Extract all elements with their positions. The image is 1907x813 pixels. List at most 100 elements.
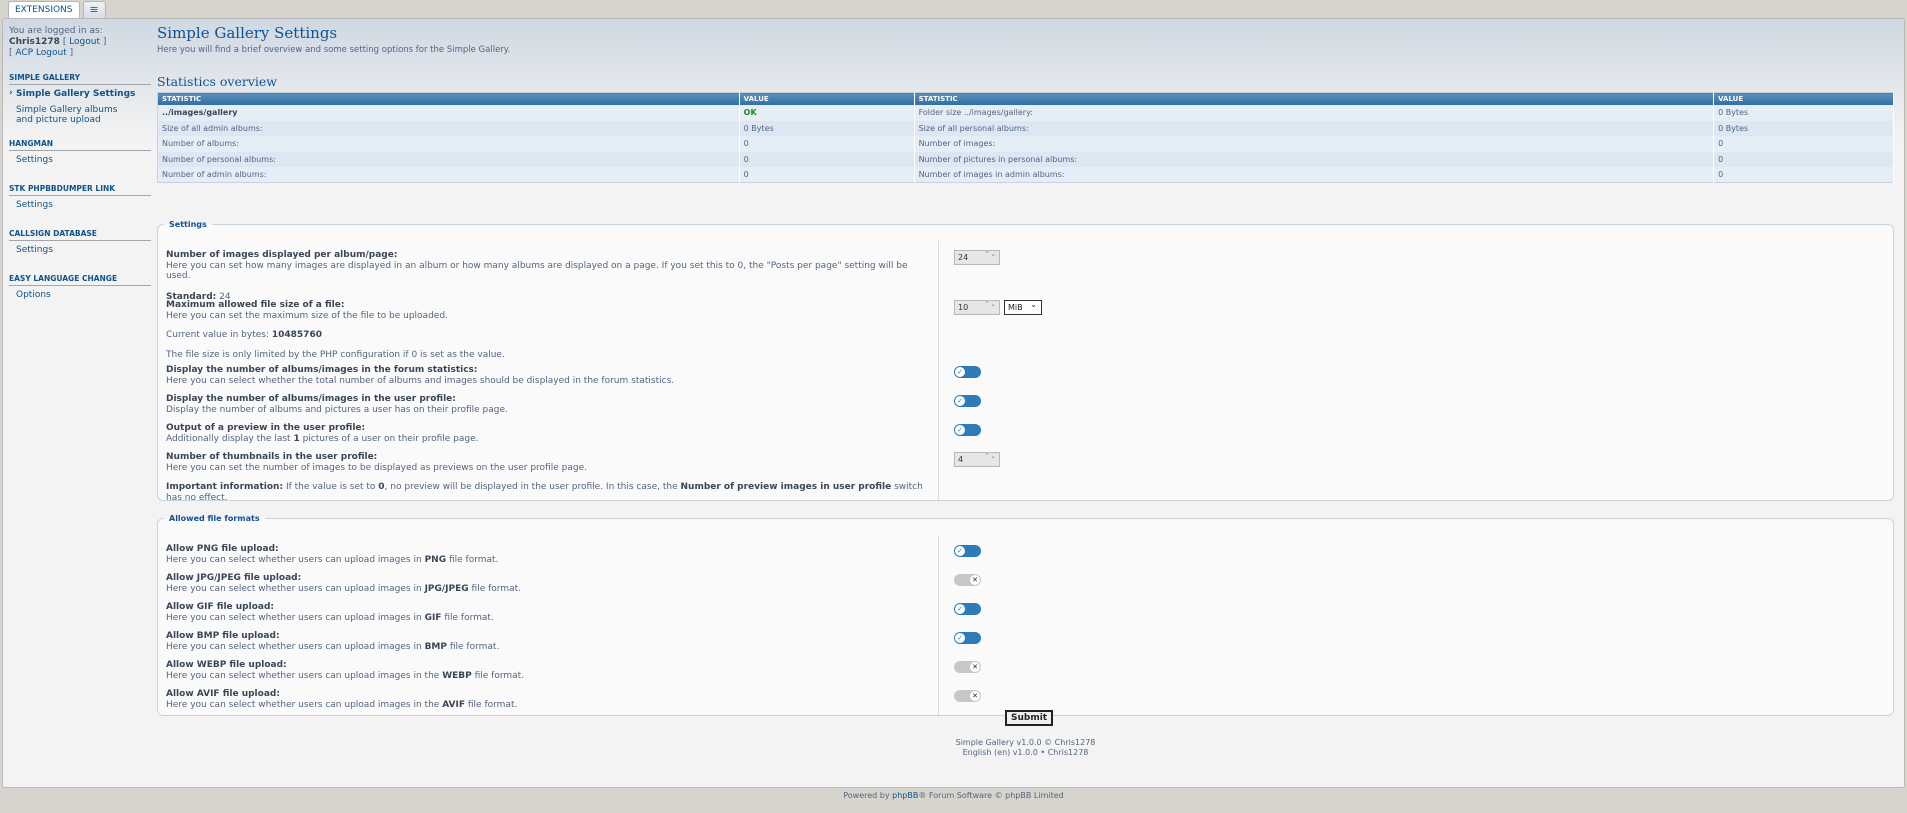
page-title: Simple Gallery Settings: [157, 24, 338, 42]
stat-label: Number of pictures in personal albums:: [914, 151, 1715, 167]
setting-desc: Additionally display the last 1 pictures…: [166, 433, 479, 444]
stat-label: Size of all admin albums:: [157, 120, 740, 136]
gif-toggle[interactable]: ✓: [954, 603, 981, 615]
stat-value: 0: [1713, 167, 1894, 183]
tab-extensions[interactable]: EXTENSIONS: [8, 1, 80, 19]
stat-label: Number of images in admin albums:: [914, 167, 1715, 183]
preview-toggle[interactable]: ✓: [954, 424, 981, 436]
stats-header: VALUE: [739, 92, 915, 105]
format-row-gif: Allow GIF file upload: Here you can sele…: [166, 602, 1886, 626]
stat-value: 0 Bytes: [739, 120, 915, 136]
file-size-unit-select[interactable]: MiB: [1004, 300, 1042, 315]
settings-legend: Settings: [169, 220, 207, 229]
table-row: Number of personal albums: 0 Number of p…: [157, 151, 1894, 167]
check-icon: ✓: [955, 396, 965, 406]
setting-label: Number of thumbnails in the user profile…: [166, 452, 378, 462]
format-row-jpg: Allow JPG/JPEG file upload: Here you can…: [166, 573, 1886, 597]
setting-label: Output of a preview in the user profile:: [166, 423, 366, 433]
language-line: English (en) v1.0.0 • Chris1278: [962, 748, 1089, 757]
images-per-page-input[interactable]: 24: [954, 250, 1000, 265]
check-icon: ✓: [955, 367, 965, 377]
sidebar-item-stk-settings[interactable]: Settings: [9, 196, 151, 212]
format-row-bmp: Allow BMP file upload: Here you can sele…: [166, 631, 1886, 655]
sidebar-item-simple-gallery-settings[interactable]: Simple Gallery Settings: [9, 85, 151, 101]
check-icon: ✓: [955, 604, 965, 614]
setting-label: Display the number of albums/images in t…: [166, 365, 478, 375]
stats-title: Statistics overview: [157, 74, 278, 89]
login-info: You are logged in as: Chris1278 [ Logout…: [9, 26, 151, 59]
logout-link[interactable]: Logout: [69, 37, 100, 47]
thumbnails-input[interactable]: 4: [954, 452, 1000, 467]
sidebar-section-hangman: HANGMAN: [9, 139, 151, 151]
file-size-note: The file size is only limited by the PHP…: [166, 349, 505, 360]
table-row: ../images/gallery OK Folder size ../imag…: [157, 105, 1894, 121]
format-row-png: Allow PNG file upload: Here you can sele…: [166, 544, 1886, 568]
stat-value: 0: [739, 167, 915, 183]
avif-toggle[interactable]: ✕: [954, 690, 981, 702]
bmp-toggle[interactable]: ✓: [954, 632, 981, 644]
setting-max-file-size: Maximum allowed file size of a file: Her…: [166, 300, 1886, 360]
sidebar-item-language-options[interactable]: Options: [9, 286, 151, 302]
forum-stats-toggle[interactable]: ✓: [954, 366, 981, 378]
check-icon: ✓: [955, 633, 965, 643]
setting-label: Display the number of albums/images in t…: [166, 394, 456, 404]
sidebar-section-language: EASY LANGUAGE CHANGE: [9, 274, 151, 286]
png-toggle[interactable]: ✓: [954, 545, 981, 557]
stats-header: VALUE: [1713, 92, 1894, 105]
format-label: Allow BMP file upload:: [166, 631, 280, 641]
stat-value: 0: [739, 136, 915, 152]
submit-button[interactable]: Submit: [1005, 710, 1054, 726]
bytes-info: Current value in bytes: 10485760: [166, 330, 322, 340]
table-row: Number of albums: 0 Number of images: 0: [157, 136, 1894, 152]
stat-value: 0: [1713, 136, 1894, 152]
acp-logout-link[interactable]: ACP Logout: [15, 48, 66, 58]
stats-header: STATISTIC: [157, 92, 740, 105]
sidebar-item-callsign-settings[interactable]: Settings: [9, 241, 151, 257]
format-desc: Here you can select whether users can up…: [166, 554, 499, 565]
gallery-path: ../images/gallery: [162, 108, 238, 118]
formats-fieldset: Allowed file formats Allow PNG file uplo…: [157, 514, 1894, 717]
jpg-toggle[interactable]: ✕: [954, 574, 981, 586]
main-content: Simple Gallery Settings Here you will fi…: [157, 24, 1894, 183]
format-desc: Here you can select whether users can up…: [166, 641, 500, 652]
setting-desc: Display the number of albums and picture…: [166, 404, 508, 415]
powered-by: Powered by phpBB® Forum Software © phpBB…: [843, 791, 1064, 800]
table-row: Number of admin albums: 0 Number of imag…: [157, 167, 1894, 183]
setting-label: Number of images displayed per album/pag…: [166, 250, 398, 260]
gallery-status: OK: [739, 105, 915, 121]
setting-desc: Here you can set the number of images to…: [166, 462, 587, 473]
stat-label: Number of images:: [914, 136, 1715, 152]
format-label: Allow AVIF file upload:: [166, 689, 280, 699]
format-label: Allow JPG/JPEG file upload:: [166, 573, 302, 583]
stat-value: 0 Bytes: [1713, 120, 1894, 136]
stat-label: Size of all personal albums:: [914, 120, 1715, 136]
stat-value: 0: [1713, 151, 1894, 167]
format-row-webp: Allow WEBP file upload: Here you can sel…: [166, 660, 1886, 684]
max-file-size-input[interactable]: 10: [954, 300, 1000, 315]
stat-label: Number of albums:: [157, 136, 740, 152]
sidebar-item-albums-upload[interactable]: Simple Gallery albums and picture upload: [9, 101, 151, 127]
setting-desc: Here you can select whether the total nu…: [166, 375, 675, 386]
format-desc: Here you can select whether users can up…: [166, 670, 525, 681]
sidebar-section-callsign: CALLSIGN DATABASE: [9, 229, 151, 241]
phpbb-link[interactable]: phpBB: [892, 791, 918, 800]
formats-legend: Allowed file formats: [169, 514, 260, 523]
stat-label: Folder size ../images/gallery:: [914, 105, 1715, 121]
format-label: Allow GIF file upload:: [166, 602, 275, 612]
sidebar-item-hangman-settings[interactable]: Settings: [9, 151, 151, 167]
important-info: Important information: If the value is s…: [166, 482, 923, 503]
webp-toggle[interactable]: ✕: [954, 661, 981, 673]
stat-value: 0: [739, 151, 915, 167]
user-profile-toggle[interactable]: ✓: [954, 395, 981, 407]
setting-forum-stats: Display the number of albums/images in t…: [166, 365, 1886, 389]
menu-icon[interactable]: ≡: [82, 1, 106, 19]
sidebar-section-simple-gallery: SIMPLE GALLERY: [9, 73, 151, 85]
setting-images-per-page: Number of images displayed per album/pag…: [166, 250, 1886, 302]
table-row: Size of all admin albums: 0 Bytes Size o…: [157, 120, 1894, 136]
username: Chris1278: [9, 37, 60, 47]
format-label: Allow PNG file upload:: [166, 544, 279, 554]
stat-label: Number of admin albums:: [157, 167, 740, 183]
copyright-line: Simple Gallery v1.0.0 © Chris1278: [955, 738, 1096, 747]
stat-value: 0 Bytes: [1713, 105, 1894, 121]
setting-desc: Here you can set how many images are dis…: [166, 260, 908, 282]
